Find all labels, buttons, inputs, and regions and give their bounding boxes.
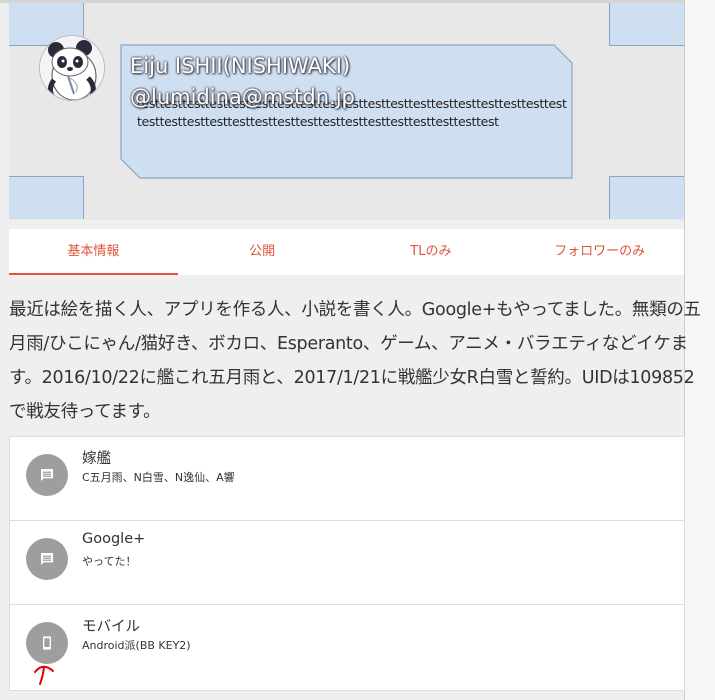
tab-timeline-only[interactable]: TLのみ — [347, 229, 516, 275]
field-value: Android派(BB KEY2) — [82, 639, 191, 652]
field-value: C五月雨、N白雪、N逸仙、A響 — [82, 471, 235, 484]
comment-icon — [41, 553, 53, 565]
header-corner-panel — [9, 176, 84, 219]
annotation-arrow-icon — [34, 665, 54, 685]
field-name: Google+ — [82, 531, 146, 547]
list-item: モバイル Android派(BB KEY2) — [10, 605, 684, 690]
account-handle: @lumidina@mstdn.jp — [130, 85, 355, 109]
avatar[interactable] — [40, 36, 104, 100]
tab-followers-only[interactable]: フォロワーのみ — [515, 229, 684, 275]
field-icon-circle — [26, 454, 68, 496]
profile-note: 最近は絵を描く人、アプリを作る人、小説を書く人。Google+もやってました。無… — [9, 300, 701, 422]
tab-public[interactable]: 公開 — [178, 229, 347, 275]
panda-avatar-icon — [40, 36, 104, 100]
tab-basic-info[interactable]: 基本情報 — [9, 229, 178, 275]
field-icon-circle — [26, 622, 68, 664]
display-name: Eiju ISHII(NISHIWAKI) — [130, 54, 351, 78]
visibility-tabs: 基本情報 公開 TLのみ フォロワーのみ — [9, 229, 684, 275]
profile-fields-list: 嫁艦 C五月雨、N白雪、N逸仙、A響 Google+ やってた！ モバイル An… — [9, 436, 685, 691]
field-icon-circle — [26, 538, 68, 580]
field-name: 嫁艦 — [82, 451, 111, 467]
field-name: モバイル — [82, 619, 140, 635]
field-value: やってた！ — [82, 555, 137, 568]
profile-header: Eiju ISHII(NISHIWAKI) testtesttesttestte… — [9, 3, 684, 220]
smartphone-icon — [43, 636, 51, 650]
list-item: Google+ やってた！ — [10, 521, 684, 605]
header-corner-panel — [609, 176, 684, 219]
comment-icon — [41, 469, 53, 481]
list-item: 嫁艦 C五月雨、N白雪、N逸仙、A響 — [10, 437, 684, 521]
header-corner-panel — [609, 3, 684, 46]
